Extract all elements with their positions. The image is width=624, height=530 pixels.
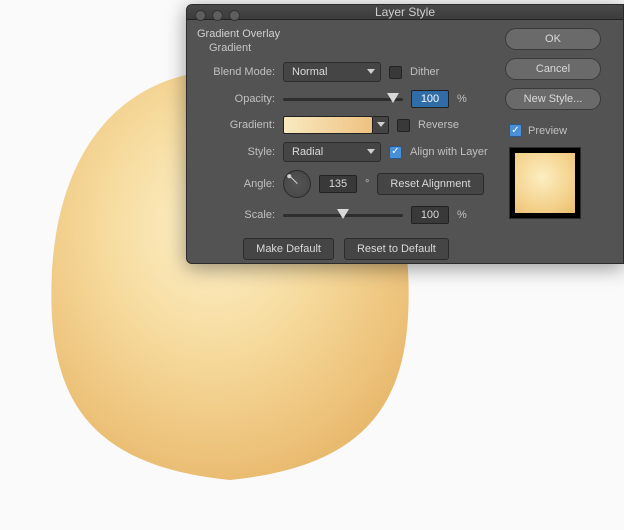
opacity-label: Opacity:	[197, 93, 275, 105]
zoom-icon[interactable]	[229, 10, 240, 21]
align-with-layer-checkbox[interactable]	[389, 146, 402, 159]
preview-thumbnail-image	[515, 153, 575, 213]
preview-checkbox[interactable]	[509, 124, 522, 137]
gradient-overlay-panel: Gradient Overlay Gradient Blend Mode: No…	[197, 28, 495, 260]
scale-slider[interactable]	[283, 208, 403, 222]
style-value: Radial	[292, 146, 323, 158]
dither-label: Dither	[410, 66, 439, 78]
gradient-swatch[interactable]	[283, 116, 373, 134]
preview-thumbnail	[509, 147, 581, 219]
new-style-button[interactable]: New Style...	[505, 88, 601, 110]
section-subtitle: Gradient	[209, 42, 495, 54]
align-with-layer-label: Align with Layer	[410, 146, 488, 158]
scale-label: Scale:	[197, 209, 275, 221]
reset-alignment-button[interactable]: Reset Alignment	[377, 173, 483, 195]
angle-unit: °	[365, 178, 369, 190]
minimize-icon[interactable]	[212, 10, 223, 21]
reverse-checkbox[interactable]	[397, 119, 410, 132]
reset-to-default-button[interactable]: Reset to Default	[344, 238, 449, 260]
preview-label: Preview	[528, 125, 567, 137]
opacity-unit: %	[457, 93, 467, 105]
chevron-down-icon	[367, 69, 375, 75]
reverse-label: Reverse	[418, 119, 459, 131]
window-controls[interactable]	[195, 10, 240, 21]
dialog-title: Layer Style	[375, 5, 435, 19]
dialog-side-panel: OK Cancel New Style... Preview	[505, 28, 613, 260]
make-default-button[interactable]: Make Default	[243, 238, 334, 260]
layer-style-dialog: Layer Style Gradient Overlay Gradient Bl…	[186, 4, 624, 264]
scale-unit: %	[457, 209, 467, 221]
section-title: Gradient Overlay	[197, 28, 495, 40]
blend-mode-value: Normal	[292, 66, 327, 78]
ok-button[interactable]: OK	[505, 28, 601, 50]
titlebar: Layer Style	[187, 5, 623, 20]
opacity-slider[interactable]	[283, 92, 403, 106]
cancel-button[interactable]: Cancel	[505, 58, 601, 80]
angle-input[interactable]: 135	[319, 175, 357, 193]
scale-input[interactable]: 100	[411, 206, 449, 224]
style-label: Style:	[197, 146, 275, 158]
blend-mode-label: Blend Mode:	[197, 66, 275, 78]
gradient-dropdown-button[interactable]	[373, 116, 389, 134]
opacity-input[interactable]: 100	[411, 90, 449, 108]
chevron-down-icon	[377, 122, 385, 128]
close-icon[interactable]	[195, 10, 206, 21]
angle-label: Angle:	[197, 178, 275, 190]
gradient-label: Gradient:	[197, 119, 275, 131]
angle-dial[interactable]	[283, 170, 311, 198]
chevron-down-icon	[367, 149, 375, 155]
blend-mode-select[interactable]: Normal	[283, 62, 381, 82]
dither-checkbox[interactable]	[389, 66, 402, 79]
style-select[interactable]: Radial	[283, 142, 381, 162]
